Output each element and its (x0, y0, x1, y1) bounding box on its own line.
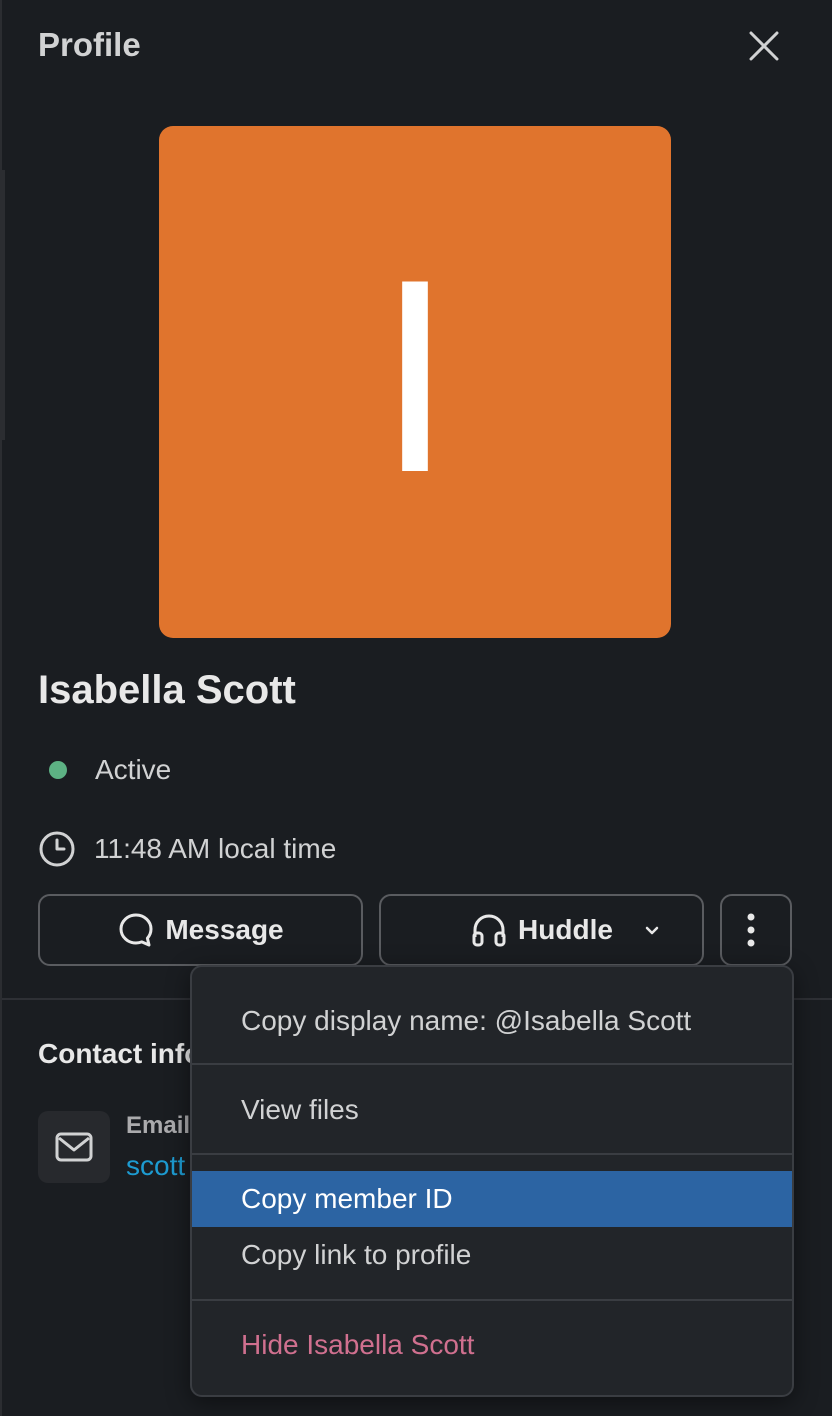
profile-name: Isabella Scott (38, 668, 296, 712)
panel-edge-divider (2, 170, 5, 440)
clock-icon (39, 831, 75, 867)
menu-item-copy-link[interactable]: Copy link to profile (192, 1227, 792, 1283)
menu-item-copy-member-id[interactable]: Copy member ID (192, 1171, 792, 1227)
local-time-text: 11:48 AM local time (94, 833, 337, 864)
email-link[interactable]: scott (126, 1150, 196, 1182)
envelope-icon (55, 1132, 93, 1162)
presence-status: Active (38, 752, 171, 788)
close-button[interactable] (740, 22, 788, 70)
menu-divider (192, 1063, 792, 1065)
huddle-button[interactable]: Huddle (379, 894, 704, 966)
email-label: Email Address (126, 1112, 196, 1139)
more-vertical-icon (747, 913, 755, 947)
panel-title: Profile (38, 26, 141, 63)
menu-divider (192, 1153, 792, 1155)
message-button[interactable]: Message (38, 894, 363, 966)
chevron-down-icon[interactable] (642, 920, 662, 940)
message-bubble-icon (119, 913, 153, 947)
more-actions-menu: Copy display name: @Isabella Scott View … (190, 965, 794, 1397)
headphones-icon (472, 914, 506, 947)
message-button-label: Message (165, 914, 284, 945)
status-dot-icon (49, 761, 67, 779)
more-actions-button[interactable] (720, 894, 792, 966)
menu-item-hide-user[interactable]: Hide Isabella Scott (192, 1317, 792, 1373)
menu-item-view-files[interactable]: View files (192, 1082, 792, 1138)
avatar: I (159, 126, 671, 638)
menu-divider (192, 1299, 792, 1301)
status-text: Active (95, 754, 172, 785)
profile-panel: Profile I Isabella Scott Active 11:48 AM… (0, 0, 832, 1416)
local-time: 11:48 AM local time (38, 830, 336, 868)
menu-item-copy-display-name[interactable]: Copy display name: @Isabella Scott (192, 993, 792, 1049)
close-icon (749, 31, 779, 61)
huddle-button-label: Huddle (518, 914, 613, 945)
avatar-initial: I (376, 231, 454, 533)
email-icon-box (38, 1111, 110, 1183)
contact-section-title: Contact information (38, 1038, 198, 1069)
